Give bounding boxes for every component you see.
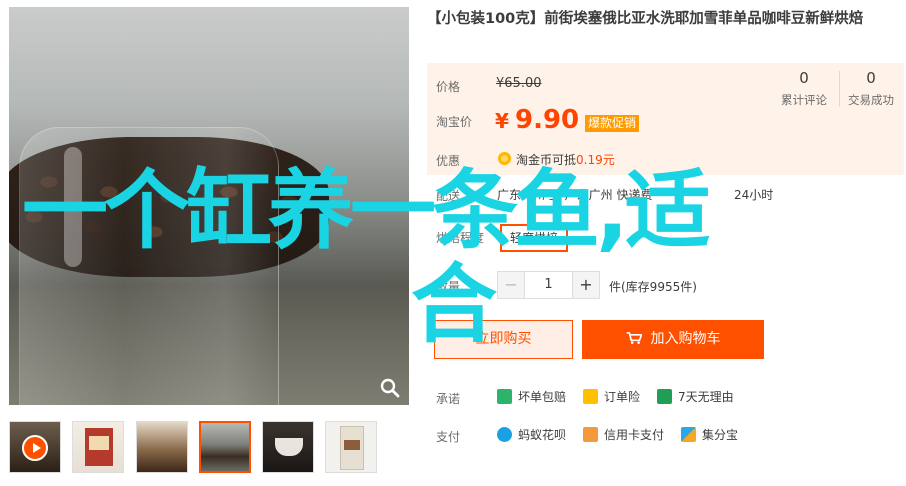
- taobao-price: 9.90: [515, 105, 580, 135]
- quantity-stepper: − 1 +: [497, 271, 600, 299]
- shipping-time: 24小时: [734, 188, 774, 202]
- shield-icon: [497, 389, 512, 404]
- main-product-image[interactable]: [9, 7, 409, 405]
- seven-day-icon: [657, 389, 672, 404]
- thumbnail-package-red[interactable]: [72, 421, 124, 473]
- product-title: 【小包装100克】前街埃塞俄比亚水洗耶加雪菲单品咖啡豆新鲜烘焙: [427, 11, 864, 27]
- original-price-label: 价格: [436, 80, 461, 94]
- payment-item-huabei[interactable]: 蚂蚁花呗: [497, 426, 566, 444]
- stock-text: 件(库存9955件): [609, 280, 697, 294]
- sales-label: 交易成功: [848, 93, 894, 107]
- promo-text: 淘金币可抵0.19元: [516, 153, 615, 167]
- thumbnail-strip: [9, 421, 389, 475]
- add-to-cart-label: 加入购物车: [650, 331, 721, 347]
- play-icon[interactable]: [22, 435, 48, 461]
- quantity-label: 数量: [436, 280, 461, 294]
- promo-tag: 爆款促销: [585, 115, 640, 132]
- promo-label: 优惠: [436, 154, 461, 168]
- reviews-label[interactable]: 累计评论: [772, 92, 836, 108]
- thumbnail-jar-selected[interactable]: [199, 421, 251, 473]
- quantity-decrease-button[interactable]: −: [497, 271, 525, 299]
- video-thumbnail[interactable]: [9, 421, 61, 473]
- promise-item-return[interactable]: 7天无理由: [657, 388, 734, 406]
- sales-count: 0: [866, 69, 876, 87]
- payment-label: 支付: [436, 430, 461, 444]
- thumbnail-package-white[interactable]: [325, 421, 377, 473]
- buy-now-button[interactable]: 立即购买: [434, 320, 573, 359]
- original-price: ¥65.00: [496, 76, 542, 91]
- huabei-icon: [497, 427, 512, 442]
- roast-option-light[interactable]: 轻度烘焙: [500, 224, 569, 252]
- payment-item-jifenbao[interactable]: 集分宝: [681, 426, 738, 444]
- promise-item-damage[interactable]: 坏单包赔: [497, 388, 566, 406]
- credit-card-icon: [583, 427, 598, 442]
- add-to-cart-button[interactable]: 加入购物车: [582, 320, 764, 359]
- payment-item-credit-card[interactable]: 信用卡支付: [583, 426, 664, 444]
- currency-symbol: ¥: [495, 109, 509, 133]
- order-insurance-icon: [583, 389, 598, 404]
- taobao-price-label: 淘宝价: [436, 115, 473, 129]
- glass-jar: [19, 127, 279, 405]
- reviews-count: 0: [799, 69, 809, 87]
- price-panel: 价格 ¥65.00 淘宝价 ¥ 9.90 爆款促销 0 累计评论 0 交易成功 …: [427, 63, 904, 175]
- promise-item-insurance[interactable]: 订单险: [583, 388, 640, 406]
- thumbnail-coffee-cup[interactable]: [262, 421, 314, 473]
- search-icon[interactable]: [379, 377, 401, 399]
- quantity-increase-button[interactable]: +: [572, 271, 600, 299]
- cart-icon: [626, 332, 642, 344]
- jifenbao-icon: [681, 427, 696, 442]
- shipping-text[interactable]: 广东广州 至 广东广州 快递费: [497, 186, 652, 203]
- jar-highlight: [64, 147, 82, 267]
- roast-label: 烘焙程度: [436, 231, 485, 245]
- gold-coin-icon: [498, 152, 511, 165]
- shipping-label: 配送: [436, 189, 461, 203]
- thumbnail-beans[interactable]: [136, 421, 188, 473]
- quantity-input[interactable]: 1: [525, 271, 572, 299]
- promise-label: 承诺: [436, 392, 461, 406]
